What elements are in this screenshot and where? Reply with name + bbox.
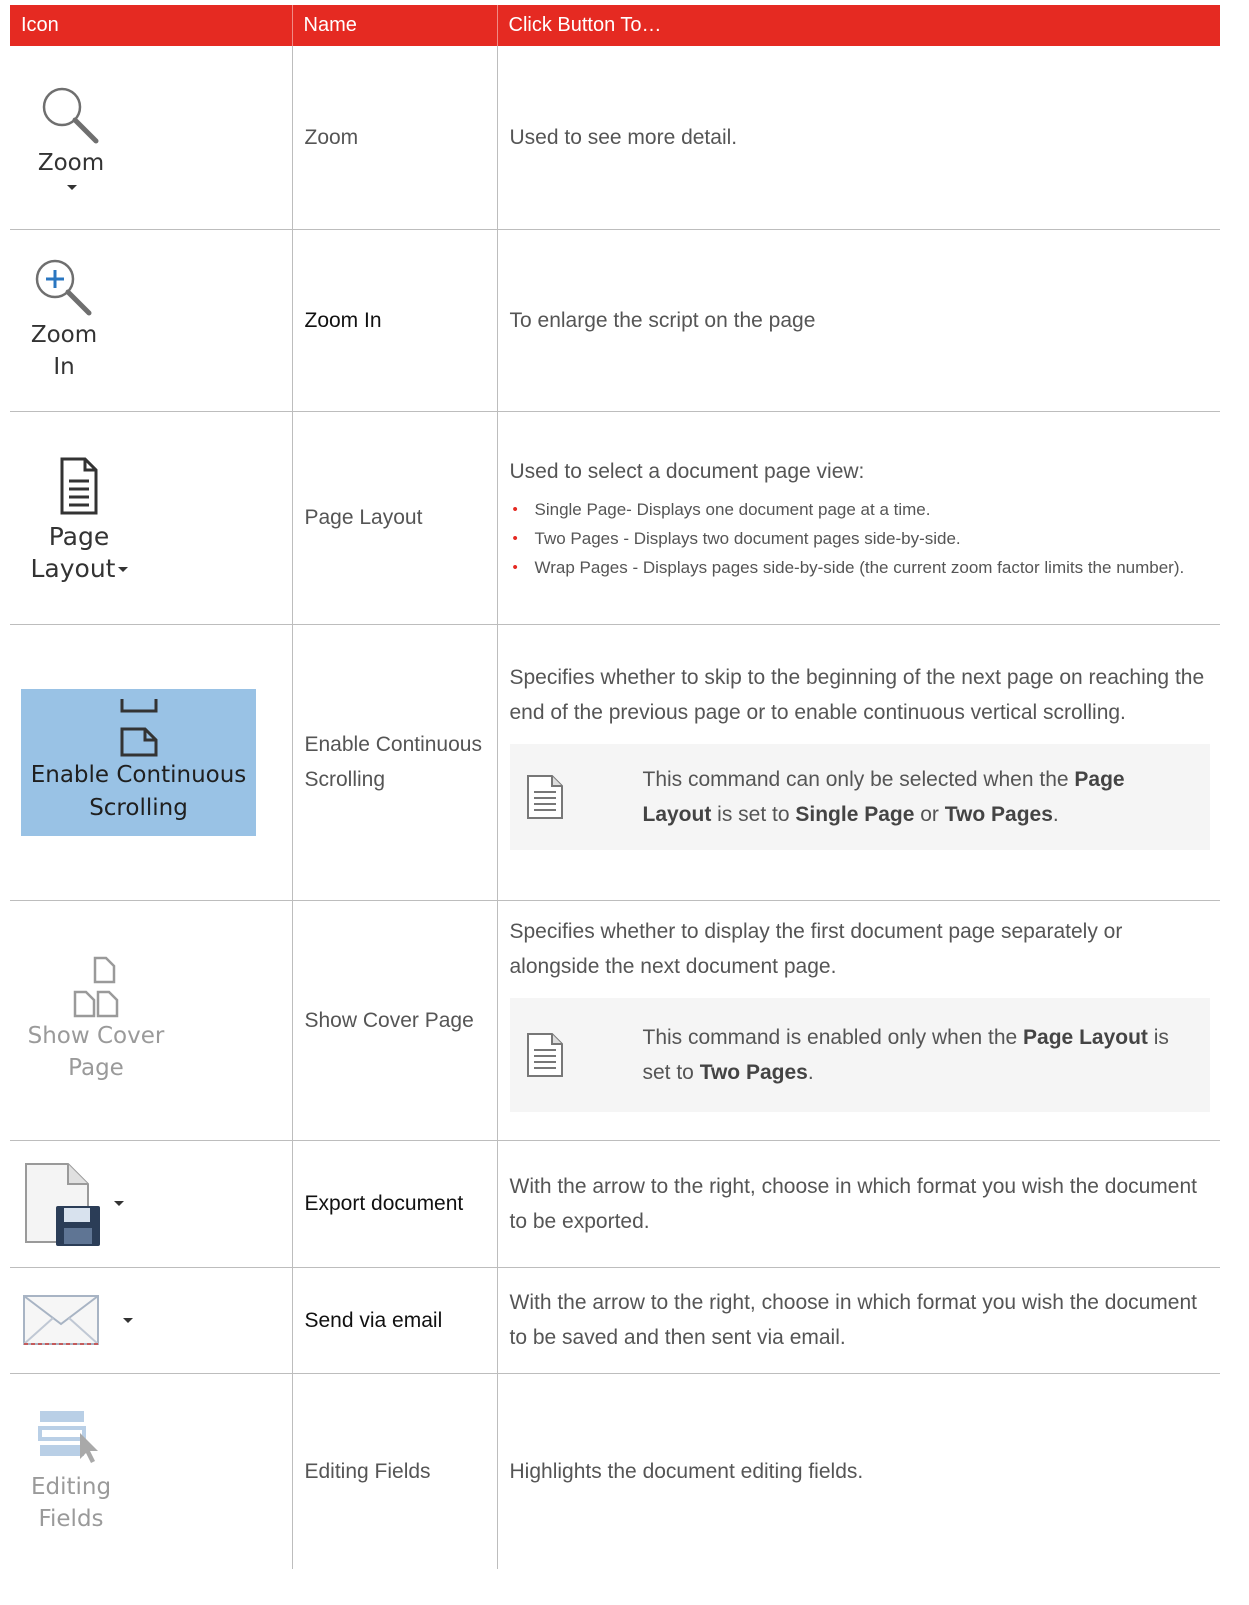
editing-fields-icon — [38, 1411, 98, 1464]
send-email-button[interactable] — [21, 1292, 292, 1348]
note-bold-term: Single Page — [795, 803, 915, 826]
zoom-button-label: Zoom — [37, 149, 105, 176]
zoom-icon — [42, 87, 99, 144]
note-text-part: This command is enabled only when the — [642, 1026, 1024, 1049]
zoom-in-label-line1: Zoom — [30, 322, 98, 348]
chevron-down-icon — [117, 567, 128, 572]
note-box: This command is enabled only when the Pa… — [509, 998, 1210, 1112]
name-cell: Send via email — [292, 1267, 498, 1374]
name-cell: Zoom In — [292, 229, 498, 412]
icon-cell — [10, 1140, 293, 1268]
name-cell: Page Layout — [292, 411, 498, 625]
note-bold-term: Two Pages — [699, 1061, 808, 1084]
cover-page-label-line2: Page — [68, 1055, 124, 1081]
continuous-scroll-label-line2: Scrolling — [89, 795, 188, 821]
note-box: This command can only be selected when t… — [509, 744, 1210, 850]
page-layout-icon — [60, 457, 98, 514]
name-cell: Export document — [292, 1140, 498, 1268]
editing-fields-label-line2: Fields — [38, 1506, 104, 1533]
icon-cell: Zoom — [10, 46, 293, 230]
page-layout-label-line2: Layout — [30, 553, 116, 583]
icon-cell: Show Cover Page — [10, 900, 293, 1141]
zoom-button[interactable]: Zoom — [21, 85, 121, 190]
export-document-icon — [25, 1162, 100, 1246]
note-text: This command can only be selected when t… — [643, 762, 1191, 832]
email-icon — [23, 1295, 99, 1345]
toolbar-reference-table: Icon Name Click Button To… Zoom Zoom Use… — [10, 5, 1220, 1569]
icon-cell: Editing Fields — [10, 1373, 293, 1569]
editing-fields-label-line1: Editing — [30, 1474, 112, 1501]
page-layout-button[interactable]: Page Layout — [23, 451, 135, 585]
table-row: Export document With the arrow to the ri… — [10, 1140, 1220, 1268]
description-cell: Highlights the document editing fields. — [509, 1459, 864, 1483]
export-document-button[interactable] — [22, 1160, 292, 1248]
note-bold-term: Page Layout — [1023, 1026, 1148, 1049]
note-icon — [526, 1033, 563, 1077]
table-row: Zoom In Zoom In To enlarge the script on… — [10, 229, 1220, 412]
icon-cell: Zoom In — [10, 229, 293, 412]
description-cell: With the arrow to the right, choose in w… — [497, 1267, 1220, 1374]
description-text: Specifies whether to display the first d… — [509, 920, 1123, 978]
note-text-part: or — [914, 803, 945, 826]
cover-page-icon — [73, 956, 119, 1018]
header-name: Name — [292, 5, 498, 46]
note-text-part: is set to — [711, 803, 796, 826]
list-item: Two Pages - Displays two document pages … — [510, 524, 1211, 553]
continuous-scroll-label-line1: Enable Continuous — [30, 762, 247, 788]
header-action: Click Button To… — [497, 5, 1220, 46]
page-view-list: Single Page- Displays one document page … — [510, 495, 1211, 582]
note-text-part: . — [1052, 803, 1059, 826]
table-row: Show Cover Page Show Cover Page Specifie… — [10, 900, 1220, 1141]
note-bold-term: Two Pages — [944, 803, 1053, 826]
name-cell: Show Cover Page — [292, 900, 498, 1141]
list-item: Wrap Pages - Displays pages side-by-side… — [510, 553, 1211, 582]
note-text: This command is enabled only when the Pa… — [643, 1020, 1191, 1090]
table-header-row: Icon Name Click Button To… — [10, 5, 1220, 46]
note-text-part: This command can only be selected when t… — [642, 768, 1075, 791]
list-item: Single Page- Displays one document page … — [510, 495, 1211, 524]
zoom-in-button[interactable]: Zoom In — [19, 257, 109, 383]
icon-cell: Page Layout — [10, 411, 293, 625]
zoom-in-label-line2: In — [53, 354, 75, 380]
continuous-scroll-icon — [120, 699, 157, 757]
page-layout-label-line1: Page — [48, 521, 110, 551]
description-cell: Used to see more detail. — [497, 46, 1220, 230]
name-cell: Zoom — [292, 46, 498, 230]
note-text-part: . — [807, 1061, 814, 1084]
table-row: Zoom Zoom Used to see more detail. — [10, 46, 1220, 230]
icon-cell — [10, 1267, 293, 1374]
description-cell: To enlarge the script on the page — [497, 229, 1220, 412]
description-text: Specifies whether to skip to the beginni… — [509, 666, 1205, 724]
description-cell: Specifies whether to display the first d… — [497, 900, 1220, 1141]
continuous-scroll-button[interactable]: Enable Continuous Scrolling — [21, 688, 256, 836]
description-text: Used to select a document page view: — [509, 459, 865, 483]
note-icon — [526, 775, 563, 819]
chevron-down-icon — [67, 184, 77, 190]
chevron-down-icon — [123, 1317, 133, 1323]
show-cover-page-button[interactable]: Show Cover Page — [11, 956, 181, 1084]
description-cell: With the arrow to the right, choose in w… — [497, 1140, 1220, 1268]
name-cell: Editing Fields — [292, 1373, 498, 1569]
cover-page-label-line1: Show Cover — [27, 1023, 165, 1049]
editing-fields-button[interactable]: Editing Fields — [21, 1407, 121, 1535]
description-cell: Used to select a document page view: Sin… — [497, 411, 1220, 625]
name-cell: Enable Continuous Scrolling — [292, 624, 498, 901]
table-row: Page Layout Page Layout Used to select a… — [10, 411, 1220, 625]
table-row: Enable Continuous Scrolling Enable Conti… — [10, 624, 1220, 901]
table-row: Send via email With the arrow to the rig… — [10, 1267, 1220, 1374]
description-cell: Specifies whether to skip to the beginni… — [497, 624, 1220, 901]
zoom-in-icon — [35, 259, 92, 316]
table-row: Editing Fields Editing Fields Highlights… — [10, 1373, 1220, 1569]
chevron-down-icon — [114, 1201, 124, 1206]
icon-cell: Enable Continuous Scrolling — [10, 624, 293, 901]
header-icon: Icon — [10, 5, 293, 46]
